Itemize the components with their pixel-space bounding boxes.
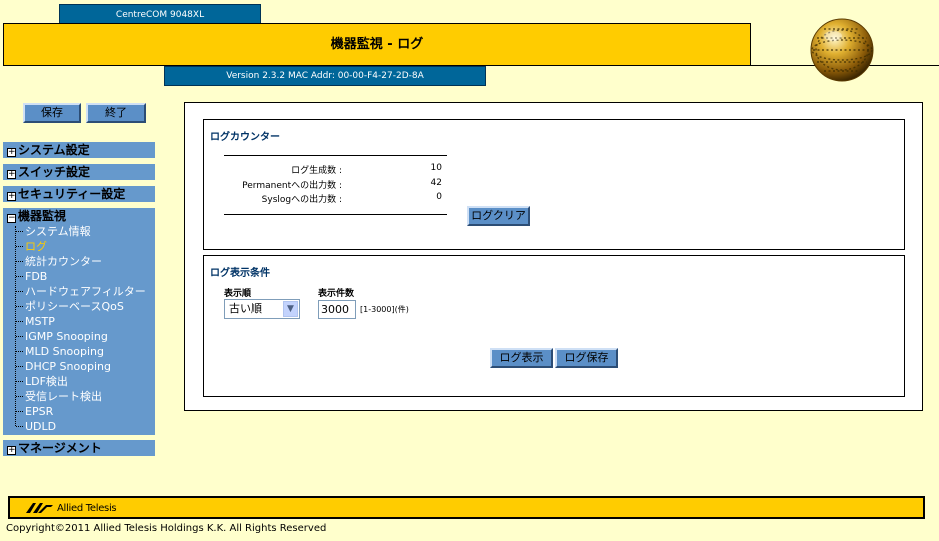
footer-bar: Allied Telesis <box>8 496 925 519</box>
submenu-policy-qos[interactable]: ポリシーベースQoS <box>15 299 124 314</box>
stat-value: 42 <box>430 178 442 188</box>
display-count-input[interactable]: 3000 <box>318 300 356 319</box>
expand-icon[interactable]: + <box>7 170 16 179</box>
submenu-hardware-filter[interactable]: ハードウェアフィルター <box>15 284 146 299</box>
submenu-udld[interactable]: UDLD <box>15 419 56 434</box>
submenu-system-info[interactable]: システム情報 <box>15 224 91 239</box>
count-range-hint: [1-3000](件) <box>360 305 409 314</box>
count-label: 表示件数 <box>318 289 355 299</box>
collapse-icon[interactable]: − <box>7 214 16 223</box>
stat-label: Syslogへの出力数 : <box>261 195 342 205</box>
submenu-rx-rate-detect[interactable]: 受信レート検出 <box>15 389 102 404</box>
version-mac-bar: Version 2.3.2 MAC Addr: 00-00-F4-27-2D-8… <box>164 66 486 86</box>
menu-management[interactable]: + マネージメント <box>3 440 155 457</box>
allied-telesis-logo-icon <box>26 503 53 513</box>
menu-label: セキュリティー設定 <box>18 187 126 201</box>
expand-icon[interactable]: + <box>7 192 16 201</box>
log-save-button[interactable]: ログ保存 <box>555 348 618 368</box>
brand-logo: Allied Telesis <box>24 500 117 516</box>
submenu-mstp[interactable]: MSTP <box>15 314 55 329</box>
section-title: ログ表示条件 <box>210 268 270 279</box>
model-name-tab: CentreCOM 9048XL <box>59 4 261 24</box>
menu-label: システム設定 <box>18 143 90 157</box>
exit-button[interactable]: 終了 <box>86 103 146 123</box>
divider <box>224 155 447 156</box>
copyright-text: Copyright©2011 Allied Telesis Holdings K… <box>6 523 327 534</box>
selected-value: 古い順 <box>229 302 262 315</box>
log-show-button[interactable]: ログ表示 <box>490 348 553 368</box>
submenu-fdb[interactable]: FDB <box>15 269 47 284</box>
section-title: ログカウンター <box>210 132 280 143</box>
expand-icon[interactable]: + <box>7 446 16 455</box>
menu-label: 機器監視 <box>18 209 67 223</box>
submenu-dhcp-snooping[interactable]: DHCP Snooping <box>15 359 111 374</box>
menu-system-settings[interactable]: + システム設定 <box>3 142 155 159</box>
menu-switch-settings[interactable]: + スイッチ設定 <box>3 164 155 181</box>
stat-value: 0 <box>436 192 442 202</box>
log-display-section: ログ表示条件 表示順 表示件数 古い順 ▼ 3000 [1-3000](件) ロ… <box>203 255 905 397</box>
submenu-log[interactable]: ログ <box>15 239 47 254</box>
page-title: 機器監視 - ログ <box>3 23 751 66</box>
submenu-epsr[interactable]: EPSR <box>15 404 53 419</box>
menu-label: スイッチ設定 <box>18 165 91 179</box>
log-counter-section: ログカウンター ログ生成数 : 10 Permanentへの出力数 : 42 S… <box>203 119 905 250</box>
main-panel: ログカウンター ログ生成数 : 10 Permanentへの出力数 : 42 S… <box>184 102 923 411</box>
divider <box>224 214 447 215</box>
menu-monitoring: − 機器監視 システム情報 ログ 統計カウンター FDB ハードウェアフィルター … <box>3 208 155 435</box>
stat-label: ログ生成数 : <box>291 166 342 176</box>
brand-name: Allied Telesis <box>57 502 117 514</box>
globe-logo-icon <box>808 16 876 84</box>
log-clear-button[interactable]: ログクリア <box>467 206 530 226</box>
submenu-igmp-snooping[interactable]: IGMP Snooping <box>15 329 108 344</box>
save-button[interactable]: 保存 <box>23 103 81 123</box>
submenu-mld-snooping[interactable]: MLD Snooping <box>15 344 104 359</box>
order-label: 表示順 <box>224 289 252 299</box>
submenu-statistics-counter[interactable]: 統計カウンター <box>15 254 102 269</box>
display-order-select[interactable]: 古い順 ▼ <box>224 299 300 319</box>
menu-security-settings[interactable]: + セキュリティー設定 <box>3 186 155 203</box>
menu-label: マネージメント <box>18 441 102 455</box>
menu-monitoring-header[interactable]: − 機器監視 <box>7 208 66 225</box>
expand-icon[interactable]: + <box>7 148 16 157</box>
stat-label: Permanentへの出力数 : <box>242 181 342 191</box>
submenu-ldf-detect[interactable]: LDF検出 <box>15 374 68 389</box>
stat-value: 10 <box>430 163 442 173</box>
chevron-down-icon[interactable]: ▼ <box>283 301 298 317</box>
